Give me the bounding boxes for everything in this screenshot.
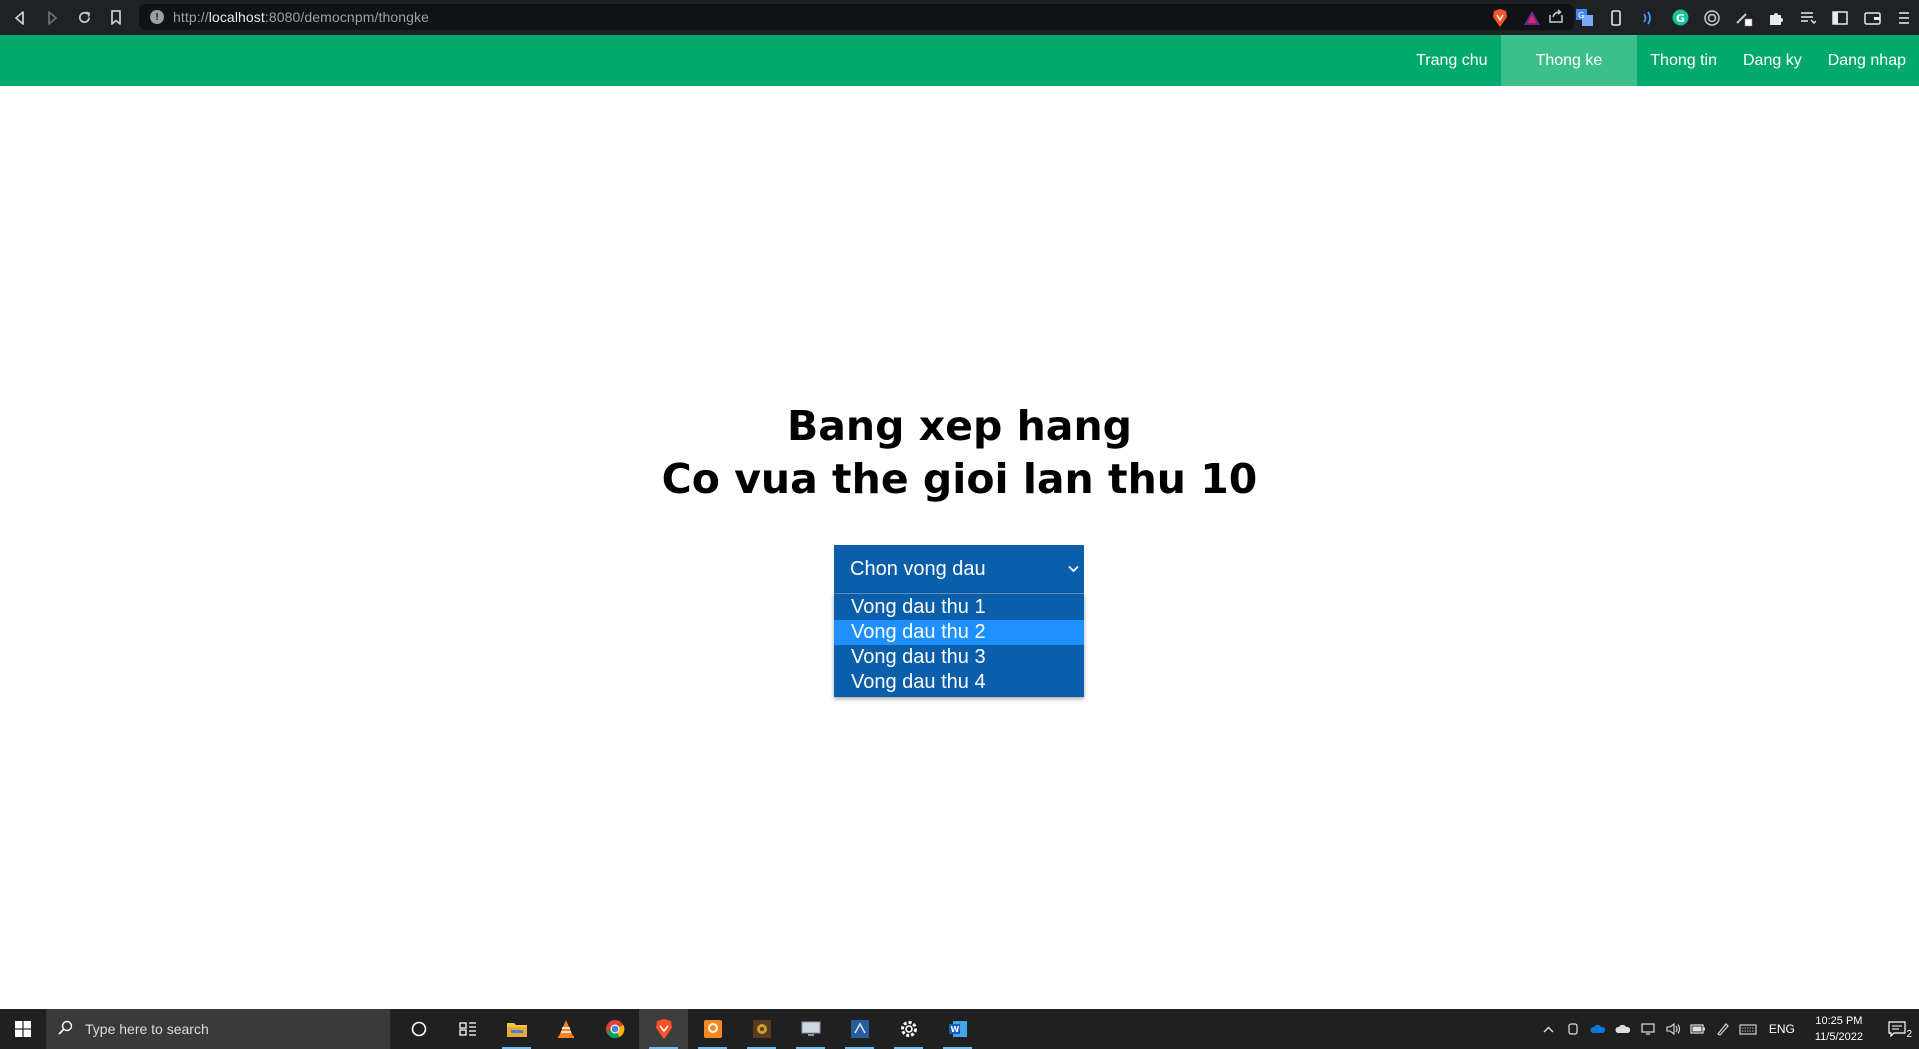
keyboard-icon[interactable]	[1736, 1009, 1761, 1049]
reading-list-icon[interactable]	[1792, 0, 1824, 35]
pdf-app-icon[interactable]	[688, 1009, 737, 1049]
chevron-up-icon[interactable]	[1536, 1009, 1561, 1049]
system-tray: ENG 10:25 PM 11/5/2022 2	[1536, 1009, 1919, 1049]
read-aloud-icon[interactable]	[1632, 0, 1664, 35]
clock[interactable]: 10:25 PM 11/5/2022	[1803, 1013, 1875, 1045]
meet-now-icon[interactable]	[1561, 1009, 1586, 1049]
option-round-1[interactable]: Vong dau thu 1	[834, 595, 1084, 620]
svg-text:G: G	[1578, 11, 1584, 20]
back-icon[interactable]	[4, 0, 36, 35]
menu-icon[interactable]	[1888, 0, 1919, 35]
main-nav: Trang chu Thong ke Thong tin Dang ky Dan…	[1403, 35, 1919, 86]
nav-trang-chu[interactable]: Trang chu	[1403, 35, 1500, 86]
nav-dang-ky[interactable]: Dang ky	[1730, 35, 1815, 86]
option-round-4[interactable]: Vong dau thu 4	[834, 670, 1084, 695]
reload-icon[interactable]	[68, 0, 100, 35]
clock-date: 11/5/2022	[1814, 1031, 1863, 1043]
taskbar-apps: W	[394, 1009, 982, 1049]
language-indicator[interactable]: ENG	[1761, 1022, 1803, 1036]
onedrive-icon[interactable]	[1586, 1009, 1611, 1049]
pen-icon[interactable]	[1711, 1009, 1736, 1049]
color-picker-icon[interactable]	[1728, 0, 1760, 35]
bookmark-icon[interactable]	[100, 0, 132, 35]
extensions-puzzle-icon[interactable]	[1760, 0, 1792, 35]
volume-icon[interactable]	[1661, 1009, 1686, 1049]
cloud-icon[interactable]	[1611, 1009, 1636, 1049]
file-explorer-icon[interactable]	[492, 1009, 541, 1049]
windows-start-icon[interactable]	[0, 1009, 46, 1049]
nav-dang-nhap[interactable]: Dang nhap	[1815, 35, 1919, 86]
wallet-icon[interactable]	[1856, 0, 1888, 35]
svg-text:G: G	[1676, 12, 1685, 25]
chevron-down-icon	[1068, 561, 1079, 576]
game-app-icon[interactable]	[737, 1009, 786, 1049]
round-select-dropdown: Vong dau thu 1 Vong dau thu 2 Vong dau t…	[834, 593, 1084, 697]
extension-icons: G G	[1484, 0, 1919, 35]
grammarly-icon[interactable]: G	[1664, 0, 1696, 35]
code-editor-icon[interactable]	[835, 1009, 884, 1049]
brave-rewards-icon[interactable]	[1516, 0, 1548, 35]
target-extension-icon[interactable]	[1696, 0, 1728, 35]
address-bar[interactable]: ! http://localhost:8080/democnpm/thongke	[139, 4, 1574, 30]
translate-icon[interactable]: G	[1568, 0, 1600, 35]
site-info-icon[interactable]: !	[150, 10, 164, 24]
brave-icon[interactable]	[639, 1009, 688, 1049]
nav-thong-ke[interactable]: Thong ke	[1500, 35, 1638, 86]
site-header: Trang chu Thong ke Thong tin Dang ky Dan…	[0, 35, 1919, 86]
forward-icon[interactable]	[36, 0, 68, 35]
sidebar-icon[interactable]	[1824, 0, 1856, 35]
vlc-icon[interactable]	[541, 1009, 590, 1049]
svg-text:W: W	[950, 1025, 959, 1034]
option-round-2[interactable]: Vong dau thu 2	[834, 620, 1084, 645]
cortana-icon[interactable]	[394, 1009, 443, 1049]
battery-icon[interactable]	[1686, 1009, 1711, 1049]
title-line-2: Co vua the gioi lan thu 10	[661, 455, 1258, 503]
display-icon[interactable]	[1636, 1009, 1661, 1049]
clock-time: 10:25 PM	[1815, 1015, 1863, 1027]
brave-shield-icon[interactable]	[1484, 0, 1516, 35]
browser-toolbar: ! http://localhost:8080/democnpm/thongke…	[0, 0, 1919, 35]
round-select[interactable]: Chon vong dau	[834, 545, 1084, 593]
settings-gear-icon[interactable]	[884, 1009, 933, 1049]
chrome-icon[interactable]	[590, 1009, 639, 1049]
word-icon[interactable]: W	[933, 1009, 982, 1049]
taskbar-search[interactable]: Type here to search	[46, 1009, 390, 1049]
phone-icon[interactable]	[1600, 0, 1632, 35]
task-view-icon[interactable]	[443, 1009, 492, 1049]
notification-icon[interactable]: 2	[1875, 1009, 1919, 1049]
search-placeholder: Type here to search	[85, 1021, 209, 1037]
remote-desktop-icon[interactable]	[786, 1009, 835, 1049]
taskbar: Type here to search W ENG 10:25 PM 11/5/…	[0, 1009, 1919, 1049]
round-select-value: Chon vong dau	[850, 557, 986, 580]
url-text: http://localhost:8080/democnpm/thongke	[173, 9, 429, 25]
page-title: Bang xep hang Co vua the gioi lan thu 10	[0, 400, 1919, 506]
search-icon	[58, 1020, 73, 1039]
notification-count: 2	[1906, 1029, 1912, 1040]
nav-thong-tin[interactable]: Thong tin	[1637, 35, 1730, 86]
title-line-1: Bang xep hang	[787, 402, 1132, 450]
option-round-3[interactable]: Vong dau thu 3	[834, 645, 1084, 670]
